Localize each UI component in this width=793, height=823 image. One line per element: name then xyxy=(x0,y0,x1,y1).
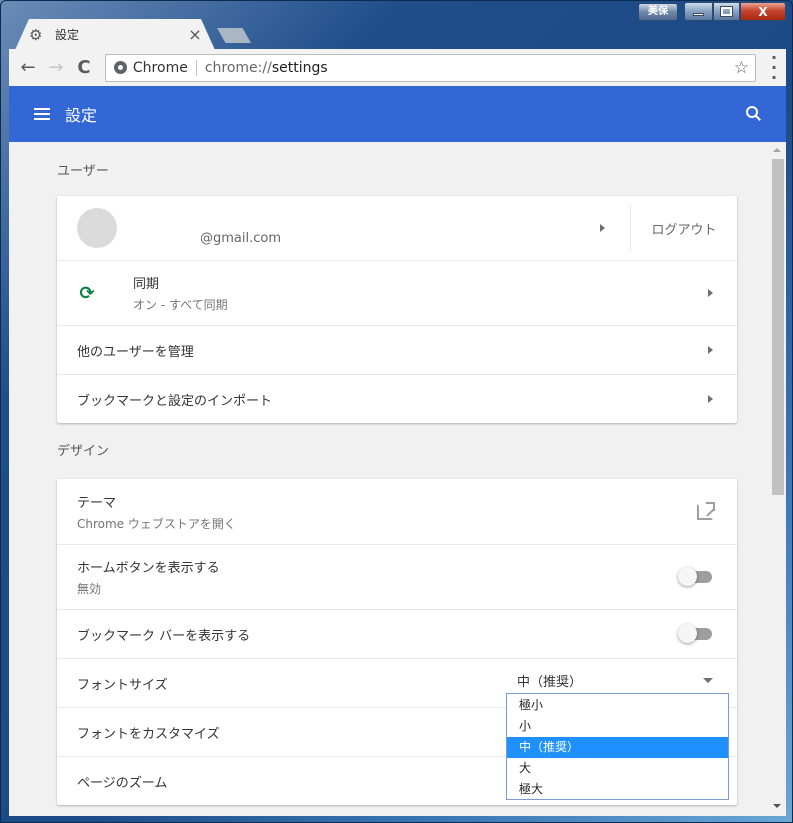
theme-sub: Chrome ウェブストアを開く xyxy=(77,516,236,531)
avatar xyxy=(77,208,117,248)
dropdown-caret-icon xyxy=(703,678,713,683)
url-scheme: chrome:// xyxy=(204,59,272,76)
omnibox-chip: Chrome xyxy=(132,59,188,76)
sync-icon: ⟳ xyxy=(79,282,95,304)
logout-button[interactable]: ログアウト xyxy=(631,219,737,238)
url-path: settings xyxy=(271,59,328,76)
bookmark-bar-label: ブックマーク バーを表示する xyxy=(77,628,251,644)
home-button-status: 無効 xyxy=(77,582,102,596)
font-size-select[interactable]: 中（推奨） xyxy=(517,668,717,694)
font-size-option-selected[interactable]: 中（推奨） xyxy=(507,737,728,758)
chevron-right-icon xyxy=(708,346,713,354)
forward-button[interactable]: → xyxy=(43,55,69,81)
page-title: 設定 xyxy=(65,106,98,125)
hamburger-menu-icon[interactable] xyxy=(34,108,50,120)
scrollbar-thumb[interactable] xyxy=(772,159,784,495)
bookmark-bar-toggle[interactable] xyxy=(678,624,713,643)
scroll-up-arrow-icon[interactable] xyxy=(773,148,781,152)
bookmark-star-icon[interactable]: ☆ xyxy=(734,58,749,78)
chevron-right-icon xyxy=(708,395,713,403)
minimize-button[interactable] xyxy=(684,2,713,21)
close-tab-icon[interactable]: × xyxy=(187,26,203,43)
home-button-label: ホームボタンを表示する xyxy=(77,561,220,576)
scroll-down-arrow-icon[interactable] xyxy=(773,804,781,808)
sync-label: 同期 xyxy=(133,277,160,292)
font-size-option[interactable]: 大 xyxy=(507,758,728,779)
account-email: @gmail.com xyxy=(200,230,282,246)
maximize-button[interactable] xyxy=(713,2,740,21)
manage-users-label: 他のユーザーを管理 xyxy=(77,344,194,360)
tab-settings-content[interactable]: ⚙ 設定 × xyxy=(29,19,215,50)
minimize-icon xyxy=(693,13,704,16)
omnibox-divider xyxy=(195,59,197,76)
sync-row[interactable]: ⟳ 同期 オン - すべて同期 xyxy=(57,260,737,325)
search-icon[interactable] xyxy=(744,104,764,124)
import-label: ブックマークと設定のインポート xyxy=(77,393,273,409)
chevron-right-icon[interactable] xyxy=(600,224,605,232)
tab-title: 設定 xyxy=(55,28,80,42)
font-size-option[interactable]: 小 xyxy=(507,716,728,737)
font-size-option[interactable]: 極大 xyxy=(507,779,728,800)
chevron-right-icon xyxy=(708,289,713,297)
bookmark-bar-row: ブックマーク バーを表示する xyxy=(57,609,737,658)
theme-row[interactable]: テーマ Chrome ウェブストアを開く xyxy=(57,479,737,544)
settings-header: 設定 xyxy=(9,86,786,142)
home-button-toggle[interactable] xyxy=(678,567,713,586)
open-in-new-icon[interactable] xyxy=(697,501,715,520)
user-card: @gmail.com ログアウト ⟳ 同期 オン - すべて同期 他のユーザーを… xyxy=(57,196,737,423)
section-title-user: ユーザー xyxy=(57,164,109,179)
back-button[interactable]: ← xyxy=(15,55,41,81)
sync-status: オン - すべて同期 xyxy=(133,298,228,312)
section-title-design: デザイン xyxy=(57,444,110,459)
close-window-button[interactable]: X xyxy=(740,2,786,21)
browser-toolbar: ← → C Chrome chrome://settings ☆ · · · xyxy=(9,49,786,86)
manage-users-row[interactable]: 他のユーザーを管理 xyxy=(57,325,737,374)
import-row[interactable]: ブックマークと設定のインポート xyxy=(57,374,737,423)
address-bar[interactable]: Chrome chrome://settings ☆ xyxy=(104,53,757,82)
chrome-menu-icon[interactable]: · · · xyxy=(762,49,786,85)
page-scrollbar[interactable] xyxy=(769,142,786,816)
reload-button[interactable]: C xyxy=(71,55,97,81)
home-button-row: ホームボタンを表示する 無効 xyxy=(57,544,737,609)
theme-label: テーマ xyxy=(77,495,117,511)
font-size-listbox: 極小 小 中（推奨） 大 極大 xyxy=(506,693,729,800)
new-tab-button[interactable] xyxy=(217,28,251,43)
maximize-icon xyxy=(720,6,733,17)
gear-icon: ⚙ xyxy=(29,25,43,44)
font-size-option[interactable]: 極小 xyxy=(507,695,728,716)
profile-row[interactable]: @gmail.com ログアウト xyxy=(57,196,737,260)
extension-button[interactable]: 美保 xyxy=(638,3,678,21)
browser-window: 美保 X ⚙ 設定 × ← → C Chrome chrome://settin… xyxy=(0,0,793,823)
font-size-value: 中（推奨） xyxy=(517,675,583,690)
omnibox-url[interactable]: chrome://settings xyxy=(205,60,734,76)
chrome-page-icon xyxy=(113,61,127,74)
